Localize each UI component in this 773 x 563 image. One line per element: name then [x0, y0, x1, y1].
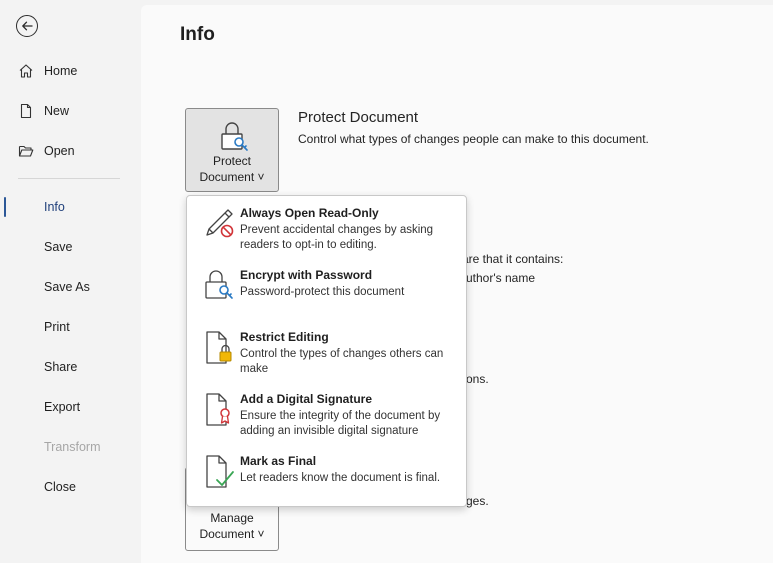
manage-button-line2: Document ˅: [199, 527, 265, 541]
menu-item-add-digital-signature[interactable]: Add a Digital Signature Ensure the integ…: [187, 384, 466, 444]
back-arrow-icon: [22, 21, 33, 31]
protect-document-button[interactable]: Protect Document ˅: [185, 108, 279, 192]
protect-button-line1: Protect: [212, 154, 251, 168]
new-document-icon: [20, 103, 32, 119]
nav-save[interactable]: Save: [0, 233, 140, 261]
inspect-text-fragment: are that it contains:: [462, 252, 564, 266]
pencil-no-icon: [206, 209, 234, 238]
nav-print-label: Print: [44, 320, 70, 334]
page-title: Info: [180, 24, 215, 45]
menu-item-mark-as-final[interactable]: Mark as Final Let readers know the docum…: [187, 446, 466, 506]
nav-save-as[interactable]: Save As: [0, 273, 140, 301]
back-button[interactable]: [16, 15, 38, 37]
nav-open[interactable]: Open: [0, 137, 140, 165]
nav-transform: Transform: [0, 433, 140, 461]
lock-key-icon: [221, 122, 248, 151]
menu-item-title: Mark as Final: [240, 454, 317, 468]
menu-item-title: Always Open Read-Only: [240, 206, 379, 220]
nav-close[interactable]: Close: [0, 473, 140, 501]
nav-export[interactable]: Export: [0, 393, 140, 421]
menu-item-restrict-editing[interactable]: Restrict Editing Control the types of ch…: [187, 322, 466, 382]
nav-open-label: Open: [44, 144, 75, 158]
nav-print[interactable]: Print: [0, 313, 140, 341]
nav-export-label: Export: [44, 400, 81, 414]
nav-save-label: Save: [44, 240, 73, 254]
protect-document-menu: Always Open Read-Only Prevent accidental…: [186, 195, 467, 507]
nav-home[interactable]: Home: [0, 57, 140, 85]
nav-info[interactable]: Info: [0, 193, 140, 221]
menu-item-desc: Password-protect this document: [240, 286, 405, 298]
protect-section-desc: Control what types of changes people can…: [298, 132, 649, 146]
nav-new-label: New: [44, 104, 70, 118]
active-indicator: [4, 197, 6, 217]
nav-share-label: Share: [44, 360, 78, 374]
nav-save-as-label: Save As: [44, 280, 90, 294]
menu-item-always-open-read-only[interactable]: Always Open Read-Only Prevent accidental…: [187, 198, 466, 258]
document-check-icon: [206, 455, 234, 488]
versions-text-fragment: ons.: [466, 372, 489, 386]
inspect-list-fragment: uthor's name: [466, 271, 535, 285]
menu-item-title: Restrict Editing: [240, 330, 329, 344]
manage-text-fragment: ges.: [466, 494, 489, 508]
sidebar-divider: [18, 178, 120, 179]
lock-key-icon: [205, 270, 233, 299]
nav-close-label: Close: [44, 480, 76, 494]
folder-open-icon: [18, 145, 34, 157]
menu-item-title: Encrypt with Password: [240, 268, 373, 282]
backstage-sidebar: Home New Open Info Save Save As Print Sh…: [0, 0, 140, 563]
menu-item-desc: Let readers know the document is final.: [240, 472, 441, 484]
nav-new[interactable]: New: [0, 97, 140, 125]
nav-info-label: Info: [44, 200, 65, 214]
home-icon: [19, 64, 33, 78]
menu-item-title: Add a Digital Signature: [240, 392, 373, 406]
protect-button-line2: Document ˅: [199, 170, 265, 184]
nav-transform-label: Transform: [44, 440, 101, 454]
manage-button-line1: Manage: [210, 511, 254, 525]
protect-section-title: Protect Document: [298, 109, 419, 126]
menu-item-encrypt-with-password[interactable]: Encrypt with Password Password-protect t…: [187, 260, 466, 320]
menu-item-desc: Control the types of changes others can …: [240, 348, 444, 375]
nav-share[interactable]: Share: [0, 353, 140, 381]
menu-item-desc: Prevent accidental changes by asking rea…: [240, 224, 434, 251]
document-lock-icon: [206, 331, 232, 364]
menu-item-desc: Ensure the integrity of the document by …: [240, 410, 441, 437]
nav-home-label: Home: [44, 64, 78, 78]
document-ribbon-icon: [206, 393, 230, 426]
